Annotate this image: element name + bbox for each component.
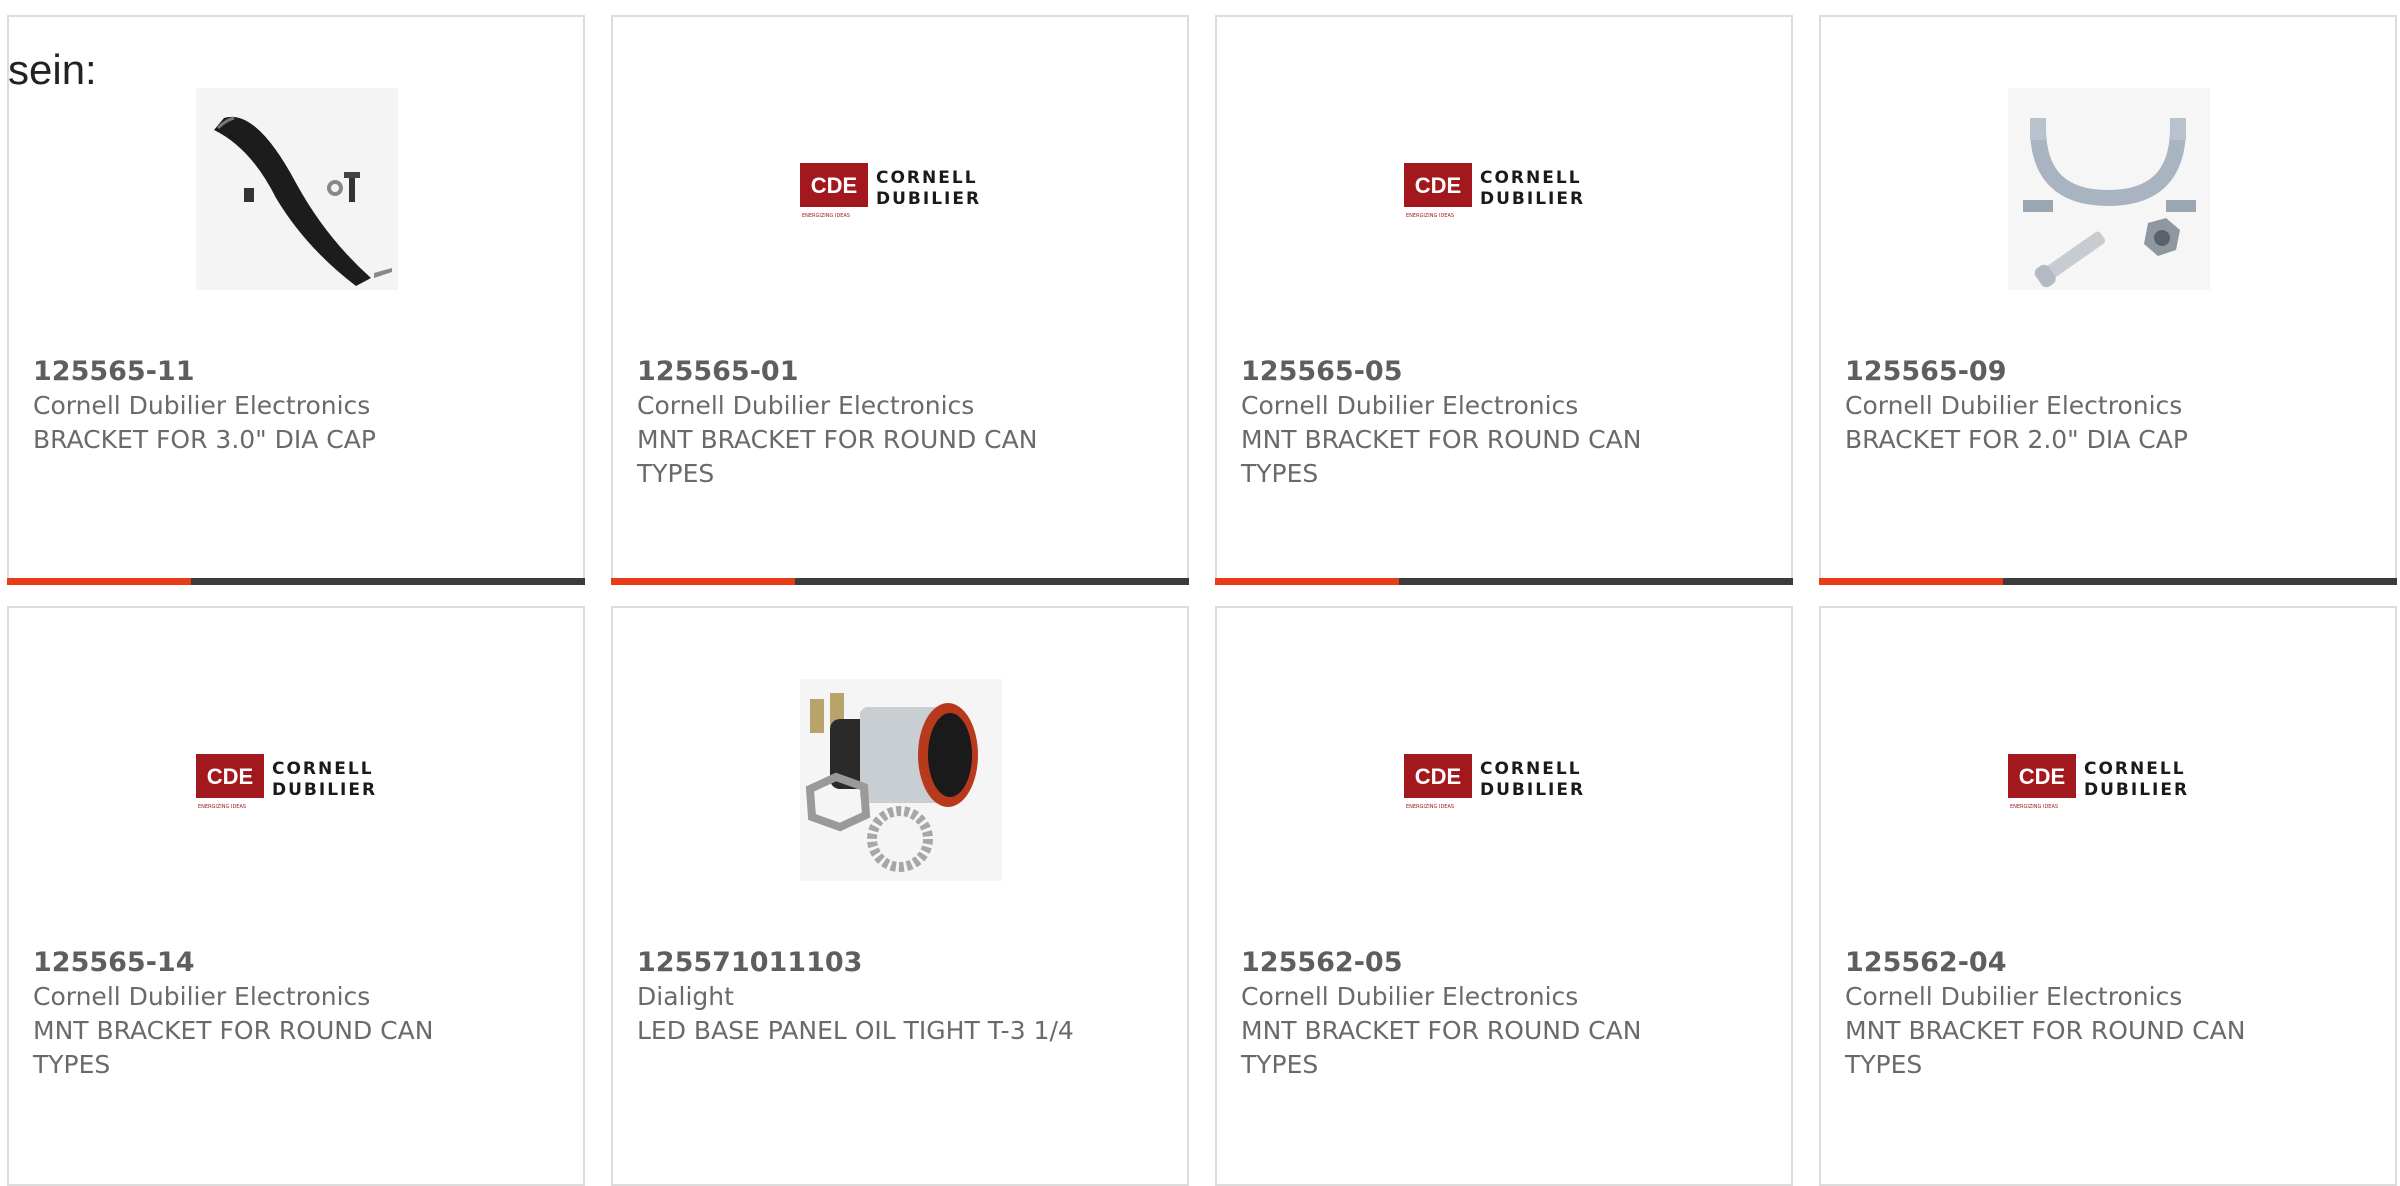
product-image[interactable]: CDE CORNELL DUBILIER ENERGIZING IDEAS [800, 88, 1002, 290]
logo-line1: CORNELL [1480, 168, 1582, 188]
product-card[interactable]: CDE CORNELL DUBILIER ENERGIZING IDEAS 12… [1819, 606, 2397, 1186]
cde-logo: CDE CORNELL DUBILIER ENERGIZING IDEAS [800, 163, 981, 219]
product-image[interactable]: CDE CORNELL DUBILIER ENERGIZING IDEAS [1404, 88, 1606, 290]
intro-text: sein: [8, 46, 97, 93]
manufacturer: Cornell Dubilier Electronics [637, 391, 975, 420]
card-bar [7, 578, 585, 585]
part-number[interactable]: 125565-05 [1241, 355, 1681, 389]
product-image[interactable] [196, 88, 398, 290]
product-image[interactable] [800, 679, 1002, 881]
product-card[interactable]: 125565-09 Cornell Dubilier Electronics B… [1819, 15, 2397, 585]
logo-line2: DUBILIER [1480, 189, 1585, 209]
led-base-photo [800, 679, 1002, 881]
manufacturer: Cornell Dubilier Electronics [1241, 982, 1579, 1011]
description: BRACKET FOR 3.0" DIA CAP [33, 425, 376, 454]
product-card[interactable]: CDE CORNELL DUBILIER ENERGIZING IDEAS 12… [611, 15, 1189, 585]
product-info: 125562-04 Cornell Dubilier Electronics M… [1845, 946, 2285, 1082]
description: MNT BRACKET FOR ROUND CAN TYPES [1241, 1016, 1642, 1079]
logo-mark: CDE [1415, 173, 1461, 198]
description: BRACKET FOR 2.0" DIA CAP [1845, 425, 2188, 454]
product-info: 125571011103 Dialight LED BASE PANEL OIL… [637, 946, 1077, 1048]
product-image[interactable]: CDE CORNELL DUBILIER ENERGIZING IDEAS [2008, 679, 2210, 881]
logo-mark: CDE [1415, 764, 1461, 789]
manufacturer: Dialight [637, 982, 734, 1011]
product-card[interactable]: CDE CORNELL DUBILIER ENERGIZING IDEAS 12… [1215, 15, 1793, 585]
cde-logo: CDE CORNELL DUBILIER ENERGIZING IDEAS [196, 754, 377, 810]
description: MNT BRACKET FOR ROUND CAN TYPES [1845, 1016, 2246, 1079]
logo-tagline: ENERGIZING IDEAS [2010, 804, 2058, 810]
logo-line2: DUBILIER [876, 189, 981, 209]
manufacturer: Cornell Dubilier Electronics [1241, 391, 1579, 420]
description: LED BASE PANEL OIL TIGHT T-3 1/4 [637, 1016, 1074, 1045]
part-number[interactable]: 125565-14 [33, 946, 473, 980]
product-card[interactable]: 125571011103 Dialight LED BASE PANEL OIL… [611, 606, 1189, 1186]
cde-logo: CDE CORNELL DUBILIER ENERGIZING IDEAS [1404, 163, 1585, 219]
part-number[interactable]: 125565-01 [637, 355, 1077, 389]
manufacturer: Cornell Dubilier Electronics [1845, 391, 2183, 420]
product-card[interactable]: 125565-11 Cornell Dubilier Electronics B… [7, 15, 585, 585]
manufacturer: Cornell Dubilier Electronics [33, 391, 371, 420]
product-image[interactable]: CDE CORNELL DUBILIER ENERGIZING IDEAS [1404, 679, 1606, 881]
product-image[interactable] [2008, 88, 2210, 290]
card-bar-accent [611, 578, 795, 585]
product-info: 125565-01 Cornell Dubilier Electronics M… [637, 355, 1077, 491]
logo-tagline: ENERGIZING IDEAS [1406, 213, 1454, 219]
description: MNT BRACKET FOR ROUND CAN TYPES [637, 425, 1038, 488]
card-bar [611, 578, 1189, 585]
card-bar-accent [7, 578, 191, 585]
card-bar [1819, 578, 2397, 585]
manufacturer: Cornell Dubilier Electronics [33, 982, 371, 1011]
logo-line1: CORNELL [2084, 759, 2186, 779]
card-bar [1215, 578, 1793, 585]
part-number[interactable]: 125565-09 [1845, 355, 2285, 389]
metal-clamp-photo [2008, 88, 2210, 290]
manufacturer: Cornell Dubilier Electronics [1845, 982, 2183, 1011]
logo-line1: CORNELL [876, 168, 978, 188]
description: MNT BRACKET FOR ROUND CAN TYPES [33, 1016, 434, 1079]
logo-mark: CDE [2019, 764, 2065, 789]
logo-line2: DUBILIER [272, 780, 377, 800]
product-info: 125565-11 Cornell Dubilier Electronics B… [33, 355, 473, 457]
product-card[interactable]: CDE CORNELL DUBILIER ENERGIZING IDEAS 12… [1215, 606, 1793, 1186]
logo-mark: CDE [207, 764, 253, 789]
part-number[interactable]: 125562-04 [1845, 946, 2285, 980]
product-info: 125562-05 Cornell Dubilier Electronics M… [1241, 946, 1681, 1082]
logo-mark: CDE [811, 173, 857, 198]
cde-logo: CDE CORNELL DUBILIER ENERGIZING IDEAS [1404, 754, 1585, 810]
card-bar-accent [1819, 578, 2003, 585]
part-number[interactable]: 125571011103 [637, 946, 1077, 980]
logo-tagline: ENERGIZING IDEAS [198, 804, 246, 810]
product-grid: 125565-11 Cornell Dubilier Electronics B… [0, 0, 2400, 1186]
part-number[interactable]: 125565-11 [33, 355, 473, 389]
card-bar-accent [1215, 578, 1399, 585]
product-info: 125565-05 Cornell Dubilier Electronics M… [1241, 355, 1681, 491]
product-card[interactable]: CDE CORNELL DUBILIER ENERGIZING IDEAS 12… [7, 606, 585, 1186]
logo-line2: DUBILIER [1480, 780, 1585, 800]
black-bracket-photo [196, 88, 398, 290]
logo-line2: DUBILIER [2084, 780, 2189, 800]
part-number[interactable]: 125562-05 [1241, 946, 1681, 980]
cde-logo: CDE CORNELL DUBILIER ENERGIZING IDEAS [2008, 754, 2189, 810]
logo-tagline: ENERGIZING IDEAS [802, 213, 850, 219]
logo-line1: CORNELL [272, 759, 374, 779]
product-info: 125565-09 Cornell Dubilier Electronics B… [1845, 355, 2285, 457]
logo-line1: CORNELL [1480, 759, 1582, 779]
product-info: 125565-14 Cornell Dubilier Electronics M… [33, 946, 473, 1082]
description: MNT BRACKET FOR ROUND CAN TYPES [1241, 425, 1642, 488]
logo-tagline: ENERGIZING IDEAS [1406, 804, 1454, 810]
product-image[interactable]: CDE CORNELL DUBILIER ENERGIZING IDEAS [196, 679, 398, 881]
